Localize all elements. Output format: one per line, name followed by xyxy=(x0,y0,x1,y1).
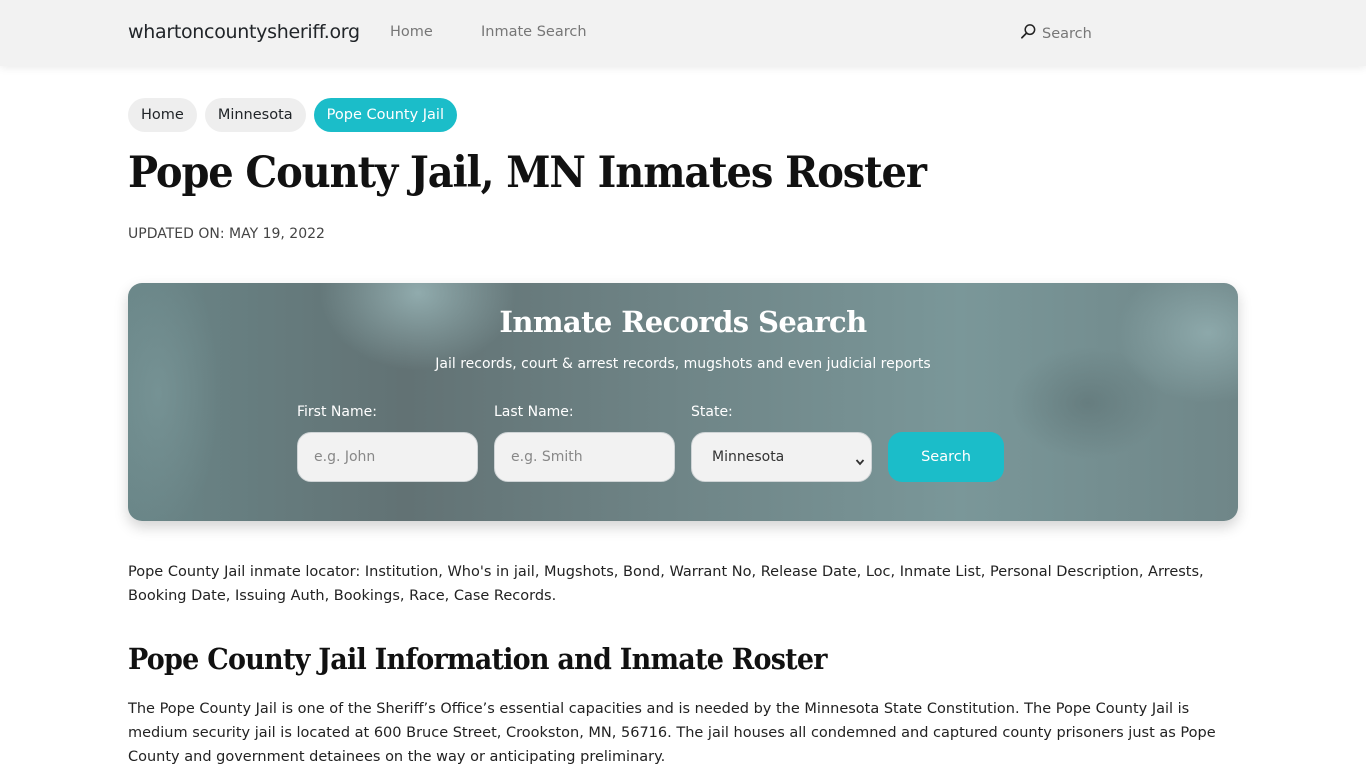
nav-search-button[interactable]: Search xyxy=(1020,23,1092,44)
last-name-input[interactable] xyxy=(494,432,675,482)
breadcrumb: Home Minnesota Pope County Jail xyxy=(128,98,457,132)
state-select[interactable]: Minnesota xyxy=(691,432,872,482)
nav-search-label: Search xyxy=(1042,25,1092,42)
jail-info-paragraph: The Pope County Jail is one of the Sheri… xyxy=(128,701,1216,765)
search-card-title: Inmate Records Search xyxy=(499,305,867,339)
section-title: Pope County Jail Information and Inmate … xyxy=(128,642,827,676)
site-brand-link[interactable]: whartoncountysheriff.org xyxy=(128,21,360,43)
inmate-search-card: Inmate Records Search Jail records, cour… xyxy=(128,283,1238,521)
updated-date: UPDATED ON: MAY 19, 2022 xyxy=(128,226,325,242)
breadcrumb-pope-county-jail[interactable]: Pope County Jail xyxy=(313,98,457,132)
breadcrumb-home[interactable]: Home xyxy=(128,98,197,132)
first-name-label: First Name: xyxy=(297,404,377,420)
last-name-label: Last Name: xyxy=(494,404,574,420)
top-navbar: whartoncountysheriff.org Home Inmate Sea… xyxy=(0,0,1366,66)
search-card-subtitle: Jail records, court & arrest records, mu… xyxy=(435,356,931,372)
nav-inmate-search-link[interactable]: Inmate Search xyxy=(481,24,587,40)
nav-home-link[interactable]: Home xyxy=(390,24,433,40)
state-label: State: xyxy=(691,404,733,420)
page-title: Pope County Jail, MN Inmates Roster xyxy=(128,148,927,198)
search-icon xyxy=(1020,23,1037,44)
intro-paragraph: Pope County Jail inmate locator: Institu… xyxy=(128,564,1204,604)
search-submit-button[interactable]: Search xyxy=(888,432,1004,482)
first-name-input[interactable] xyxy=(297,432,478,482)
breadcrumb-minnesota[interactable]: Minnesota xyxy=(204,98,306,132)
